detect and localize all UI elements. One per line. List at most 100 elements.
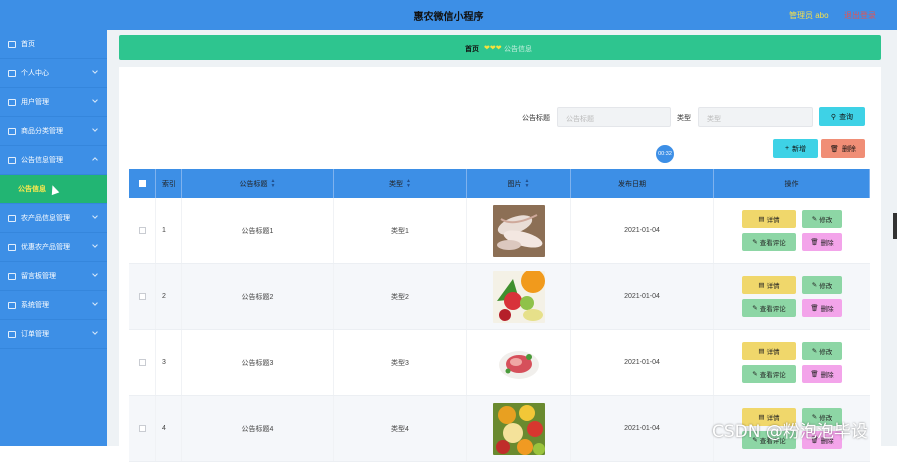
users-icon xyxy=(8,98,16,106)
detail-button[interactable]: ▤ 详情 xyxy=(742,210,796,228)
row-delete-button[interactable]: 🗑 删除 xyxy=(802,299,842,317)
breadcrumb: 首页 ❤❤❤ 公告信息 xyxy=(119,35,881,60)
recording-timer: 00:32 xyxy=(654,143,676,165)
sidebar-item-notices[interactable]: 公告信息管理 xyxy=(0,146,107,175)
row-image-cell xyxy=(467,264,571,329)
search-button[interactable]: ⚲ 查询 xyxy=(819,107,865,126)
sort-icon: ▲ ▼ xyxy=(270,177,276,189)
row-index: 2 xyxy=(156,264,182,329)
sidebar-item-categories[interactable]: 商品分类管理 xyxy=(0,117,107,146)
view-comments-button[interactable]: ✎ 查看评论 xyxy=(742,233,796,251)
heart-separator-icon: ❤❤❤ xyxy=(484,45,502,52)
product-image xyxy=(492,270,545,323)
row-image-cell xyxy=(467,330,571,395)
table-row: 2 公告标题2 类型2 2021-01-04 ▤ 详情 ✎ 修改 ✎ 查看评论 … xyxy=(129,264,870,330)
detail-icon: ▤ xyxy=(758,216,765,223)
pencil-icon: ✎ xyxy=(752,371,758,378)
list-icon xyxy=(8,243,16,251)
table-row: 1 公告标题1 类型1 2021-01-04 ▤ 详情 ✎ 修改 ✎ 查看评论 … xyxy=(129,198,870,264)
row-image-cell xyxy=(467,396,571,461)
logout-link[interactable]: 退出登录 xyxy=(844,10,876,21)
row-select-cell xyxy=(129,198,156,263)
detail-button[interactable]: ▤ 详情 xyxy=(742,276,796,294)
chevron-down-icon xyxy=(92,329,98,335)
row-select-cell xyxy=(129,264,156,329)
product-image xyxy=(492,336,545,389)
detail-icon: ▤ xyxy=(758,348,765,355)
row-type: 类型2 xyxy=(334,264,467,329)
chevron-down-icon xyxy=(92,271,98,277)
row-select-cell xyxy=(129,330,156,395)
title-search-input[interactable]: 公告标题 xyxy=(557,107,671,127)
top-header: 惠农微信小程序 管理员 abo 退出登录 xyxy=(0,0,897,30)
row-image-cell xyxy=(467,198,571,263)
notice-icon xyxy=(8,156,16,164)
sidebar-item-messages[interactable]: 留言板管理 xyxy=(0,262,107,291)
sidebar-item-notice-info[interactable]: 公告信息 xyxy=(0,175,107,204)
pencil-icon: ✎ xyxy=(811,216,818,223)
header-title[interactable]: 公告标题 ▲ ▼ xyxy=(182,169,334,198)
table-header: 索引 公告标题 ▲ ▼ 类型 ▲ ▼ 图片 ▲ ▼ 发布日期 操作 xyxy=(129,169,870,198)
select-all-checkbox[interactable] xyxy=(138,180,146,187)
breadcrumb-home[interactable]: 首页 xyxy=(465,44,479,54)
type-search-input[interactable]: 类型 xyxy=(698,107,813,127)
row-checkbox[interactable] xyxy=(138,293,146,300)
pencil-icon: ✎ xyxy=(811,348,818,355)
row-date: 2021-01-04 xyxy=(571,264,714,329)
header-date[interactable]: 发布日期 xyxy=(571,169,714,198)
header-image[interactable]: 图片 ▲ ▼ xyxy=(467,169,571,198)
chevron-up-icon xyxy=(92,157,98,163)
row-title: 公告标题2 xyxy=(182,264,334,329)
row-type: 类型3 xyxy=(334,330,467,395)
view-comments-button[interactable]: ✎ 查看评论 xyxy=(742,365,796,383)
main-content: 首页 ❤❤❤ 公告信息 公告标题 公告标题 类型 类型 ⚲ 查询 + 新增 🗑 删除 … xyxy=(107,30,897,462)
watermark-text: CSDN @粉泡泡毕设 xyxy=(712,422,868,442)
sidebar-item-users[interactable]: 用户管理 xyxy=(0,88,107,117)
message-icon xyxy=(8,272,16,280)
edit-button[interactable]: ✎ 修改 xyxy=(802,342,842,360)
header-actions: 操作 xyxy=(714,169,870,198)
row-actions: ▤ 详情 ✎ 修改 ✎ 查看评论 🗑 删除 xyxy=(714,330,870,395)
row-index: 1 xyxy=(156,198,182,263)
content-card: 公告标题 公告标题 类型 类型 ⚲ 查询 + 新增 🗑 删除 索引 公告标题 ▲ ▼ 类型… xyxy=(119,67,881,462)
sidebar-item-discount-products[interactable]: 优惠农产品管理 xyxy=(0,233,107,262)
settings-icon xyxy=(8,301,16,309)
sidebar-item-system[interactable]: 系统管理 xyxy=(0,291,107,320)
row-delete-button[interactable]: 🗑 删除 xyxy=(802,233,842,251)
sidebar-item-profile[interactable]: 个人中心 xyxy=(0,59,107,88)
admin-user[interactable]: 管理员 abo xyxy=(789,10,829,21)
row-actions: ▤ 详情 ✎ 修改 ✎ 查看评论 🗑 删除 xyxy=(714,198,870,263)
list-icon xyxy=(8,214,16,222)
product-image xyxy=(492,402,545,455)
chevron-down-icon xyxy=(92,126,98,132)
folder-icon xyxy=(8,127,16,135)
add-button[interactable]: + 新增 xyxy=(773,139,818,158)
cursor-icon xyxy=(48,183,60,195)
order-icon xyxy=(8,330,16,338)
sidebar-item-home[interactable]: 首页 xyxy=(0,30,107,59)
detail-button[interactable]: ▤ 详情 xyxy=(742,342,796,360)
sidebar-item-products[interactable]: 农产品信息管理 xyxy=(0,204,107,233)
sort-icon: ▲ ▼ xyxy=(524,177,530,189)
row-checkbox[interactable] xyxy=(138,359,146,366)
batch-delete-button[interactable]: 🗑 删除 xyxy=(821,139,865,158)
edit-button[interactable]: ✎ 修改 xyxy=(802,276,842,294)
table-row: 3 公告标题3 类型3 2021-01-04 ▤ 详情 ✎ 修改 ✎ 查看评论 … xyxy=(129,330,870,396)
trash-icon: 🗑 xyxy=(810,371,819,378)
trash-icon: 🗑 xyxy=(830,145,839,153)
product-image xyxy=(492,204,545,257)
row-delete-button[interactable]: 🗑 删除 xyxy=(802,365,842,383)
header-type[interactable]: 类型 ▲ ▼ xyxy=(334,169,467,198)
title-label: 公告标题 xyxy=(522,115,550,122)
page-scrollbar[interactable] xyxy=(893,213,897,239)
detail-icon: ▤ xyxy=(758,282,765,289)
app-title: 惠农微信小程序 xyxy=(413,12,484,23)
edit-button[interactable]: ✎ 修改 xyxy=(802,210,842,228)
view-comments-button[interactable]: ✎ 查看评论 xyxy=(742,299,796,317)
type-label: 类型 xyxy=(677,115,691,122)
pencil-icon: ✎ xyxy=(752,239,758,246)
row-checkbox[interactable] xyxy=(138,425,146,432)
sidebar-item-orders[interactable]: 订单管理 xyxy=(0,320,107,349)
row-checkbox[interactable] xyxy=(138,227,146,234)
row-date: 2021-01-04 xyxy=(571,396,714,461)
